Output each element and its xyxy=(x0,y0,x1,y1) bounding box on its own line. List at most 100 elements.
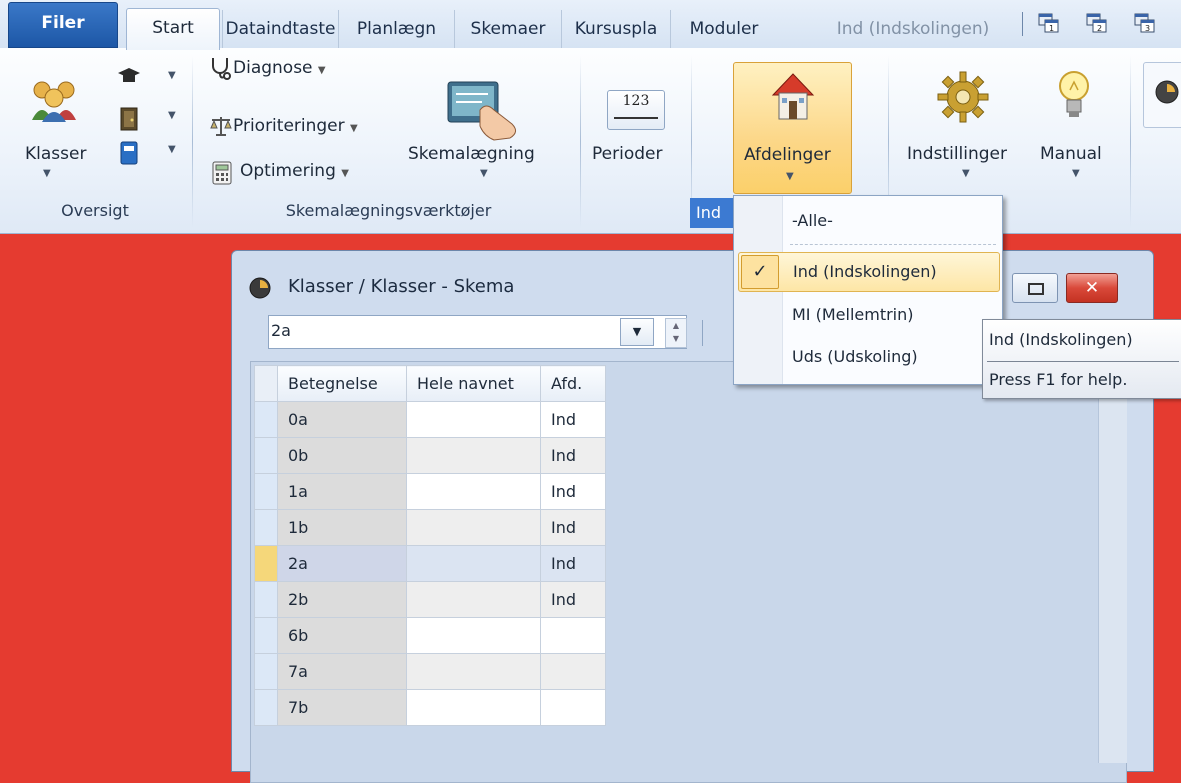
row-selector[interactable] xyxy=(254,473,278,510)
diagnose-button[interactable]: Diagnose ▼ xyxy=(233,58,326,78)
teacher-cap-icon[interactable] xyxy=(116,66,142,88)
tab-kursusplan[interactable]: Kursuspla xyxy=(561,10,670,48)
tab-context-indskolingen[interactable]: Ind (Indskolingen) xyxy=(808,10,1018,48)
cell-hele-navnet[interactable] xyxy=(406,473,541,510)
table-row[interactable]: 7a xyxy=(254,653,606,690)
tooltip-help-text: Press F1 for help. xyxy=(989,370,1128,389)
subject-book-icon[interactable] xyxy=(118,140,140,166)
tab-moduler[interactable]: Moduler xyxy=(670,10,777,48)
cell-betegnelse[interactable]: 6b xyxy=(277,617,407,654)
klasser-button[interactable]: Klasser xyxy=(25,144,86,164)
cell-afd[interactable]: Ind xyxy=(540,545,606,582)
skemalaegning-button[interactable]: Skemalægning xyxy=(408,144,535,164)
group-label-tools: Skemalægningsværktøjer xyxy=(285,201,492,220)
cell-betegnelse[interactable]: 7b xyxy=(277,689,407,726)
cell-betegnelse[interactable]: 2a xyxy=(277,545,407,582)
house-icon xyxy=(771,73,815,120)
perioder-button[interactable]: Perioder xyxy=(592,144,662,164)
room-door-icon[interactable] xyxy=(118,106,140,132)
cell-betegnelse[interactable]: 1b xyxy=(277,509,407,546)
cell-hele-navnet[interactable] xyxy=(406,617,541,654)
prioriteringer-button[interactable]: Prioriteringer ▼ xyxy=(233,116,358,136)
cell-hele-navnet[interactable] xyxy=(406,401,541,438)
cell-hele-navnet[interactable] xyxy=(406,653,541,690)
menu-item-alle[interactable]: -Alle- xyxy=(734,202,1002,240)
cell-betegnelse[interactable]: 7a xyxy=(277,653,407,690)
spin-up-icon[interactable]: ▲ xyxy=(666,319,686,332)
cell-afd[interactable]: Ind xyxy=(540,437,606,474)
spin-down-icon[interactable]: ▼ xyxy=(666,332,686,345)
maximize-button[interactable] xyxy=(1012,273,1058,303)
table-row[interactable]: 1a Ind xyxy=(254,473,606,510)
column-header-hele-navnet[interactable]: Hele navnet xyxy=(406,365,541,402)
tab-file[interactable]: Filer xyxy=(8,2,118,48)
cell-hele-navnet[interactable] xyxy=(406,545,541,582)
row-selector[interactable] xyxy=(254,437,278,474)
cell-betegnelse[interactable]: 0b xyxy=(277,437,407,474)
row-selector[interactable] xyxy=(254,689,278,726)
cell-betegnelse[interactable]: 0a xyxy=(277,401,407,438)
tab-dataindtastning[interactable]: Dataindtaste xyxy=(222,10,338,48)
cell-afd[interactable]: Ind xyxy=(540,581,606,618)
tab-start[interactable]: Start xyxy=(126,8,220,50)
table-row[interactable]: 0b Ind xyxy=(254,437,606,474)
teacher-dropdown-arrow[interactable]: ▼ xyxy=(168,70,176,81)
table-row[interactable]: 1b Ind xyxy=(254,509,606,546)
combo-dropdown-button[interactable]: ▼ xyxy=(620,318,654,346)
cell-betegnelse[interactable]: 1a xyxy=(277,473,407,510)
indstillinger-dropdown-arrow[interactable]: ▼ xyxy=(962,168,970,179)
group-label-oversigt: Oversigt xyxy=(61,201,129,220)
row-selector[interactable] xyxy=(254,653,278,690)
table-row[interactable]: 6b xyxy=(254,617,606,654)
window-3-icon[interactable]: 3 xyxy=(1134,12,1156,34)
menu-item-indskolingen[interactable]: ✓ Ind (Indskolingen) xyxy=(738,252,1000,292)
skemalaegning-dropdown-arrow[interactable]: ▼ xyxy=(480,168,488,179)
clock-button[interactable] xyxy=(1143,62,1181,128)
menu-item-mellemtrin[interactable]: MI (Mellemtrin) xyxy=(734,296,1002,334)
table-row[interactable]: 7b xyxy=(254,689,606,726)
combo-spinner[interactable]: ▲ ▼ xyxy=(665,318,687,348)
table-row[interactable]: 2b Ind xyxy=(254,581,606,618)
manual-dropdown-arrow[interactable]: ▼ xyxy=(1072,168,1080,179)
cell-afd[interactable] xyxy=(540,617,606,654)
subject-dropdown-arrow[interactable]: ▼ xyxy=(168,144,176,155)
scheduling-hand-icon xyxy=(447,81,516,141)
cell-afd[interactable] xyxy=(540,689,606,726)
cell-afd[interactable]: Ind xyxy=(540,473,606,510)
optimering-button[interactable]: Optimering ▼ xyxy=(240,161,349,181)
column-header-afd[interactable]: Afd. xyxy=(540,365,606,402)
row-selector[interactable] xyxy=(254,509,278,546)
window-title: Klasser / Klasser - Skema xyxy=(288,276,515,297)
afdelinger-button[interactable]: Afdelinger ▼ xyxy=(733,62,852,194)
indstillinger-button[interactable]: Indstillinger xyxy=(907,144,1007,164)
cell-hele-navnet[interactable] xyxy=(406,689,541,726)
row-selector[interactable] xyxy=(254,581,278,618)
tab-skemaer[interactable]: Skemaer xyxy=(454,10,561,48)
cell-afd[interactable]: Ind xyxy=(540,401,606,438)
row-selector[interactable] xyxy=(254,545,278,582)
cell-hele-navnet[interactable] xyxy=(406,437,541,474)
manual-button[interactable]: Manual xyxy=(1040,144,1102,164)
cell-afd[interactable] xyxy=(540,653,606,690)
close-button[interactable]: ✕ xyxy=(1066,273,1118,303)
window-2-icon[interactable]: 2 xyxy=(1086,12,1108,34)
row-selector[interactable] xyxy=(254,401,278,438)
vertical-scrollbar[interactable] xyxy=(1098,363,1127,763)
clock-icon xyxy=(1155,80,1179,104)
cell-afd[interactable]: Ind xyxy=(540,509,606,546)
cell-hele-navnet[interactable] xyxy=(406,581,541,618)
column-header-betegnelse[interactable]: Betegnelse xyxy=(277,365,407,402)
klasser-dropdown-arrow[interactable]: ▼ xyxy=(43,168,51,179)
tab-planlaegning[interactable]: Planlægn xyxy=(338,10,454,48)
table-row[interactable]: 2a Ind xyxy=(254,545,606,582)
menu-item-label: Ind (Indskolingen) xyxy=(793,262,937,281)
cell-hele-navnet[interactable] xyxy=(406,509,541,546)
row-selector[interactable] xyxy=(254,617,278,654)
classes-people-icon xyxy=(32,81,76,122)
afdelinger-dropdown-arrow: ▼ xyxy=(786,171,794,182)
room-dropdown-arrow[interactable]: ▼ xyxy=(168,110,176,121)
menu-item-udskoling[interactable]: Uds (Udskoling) xyxy=(734,338,1002,376)
window-1-icon[interactable]: 1 xyxy=(1038,12,1060,34)
table-row[interactable]: 0a Ind xyxy=(254,401,606,438)
cell-betegnelse[interactable]: 2b xyxy=(277,581,407,618)
